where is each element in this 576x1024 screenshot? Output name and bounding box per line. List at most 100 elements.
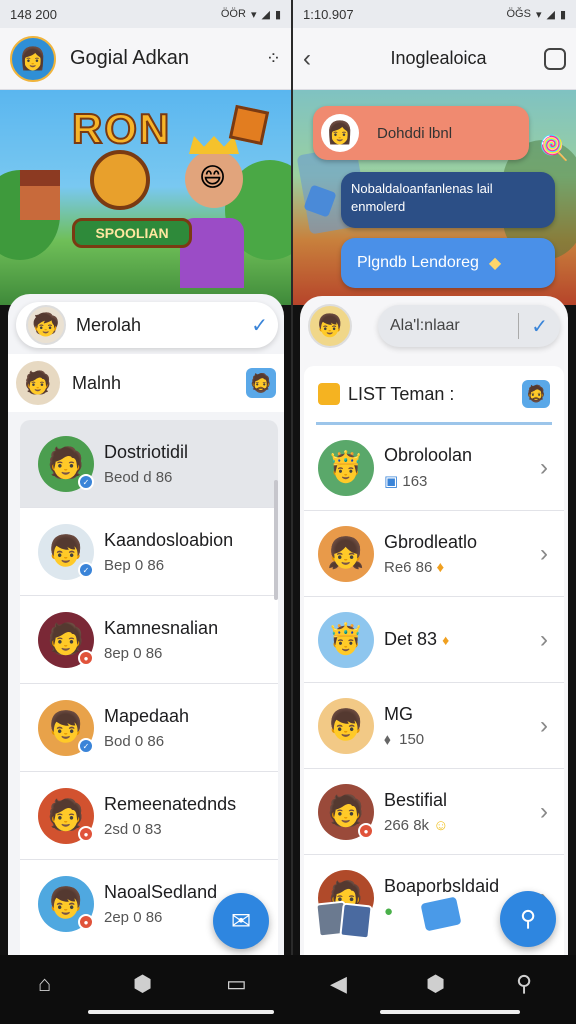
- add-friend-icon[interactable]: 🧔: [522, 380, 550, 408]
- battery-icon: ▮: [274, 8, 281, 21]
- box-icon: [318, 383, 340, 405]
- search-button[interactable]: ⚲: [500, 891, 556, 947]
- box-icon: ▣: [384, 473, 399, 490]
- list-item[interactable]: 🧑 ✓ Dostriotidil Beod d 86: [20, 420, 278, 508]
- chat-banner: 👩 Dohddi lbnl 🍭 Nobaldaloanfanlenas lail…: [293, 90, 576, 305]
- avatar: 🧑: [16, 361, 60, 405]
- friends-card: 👦 Ala'l:nlaar ✓ LIST Teman : 🧔 🤴 Obroloo…: [300, 296, 568, 955]
- chat-icon[interactable]: ▭: [226, 971, 247, 997]
- search-text: Ala'l:nlaar: [390, 317, 460, 334]
- right-app-pane: 1:10.907 ÖĞS ▾ ◢ ▮ ‹ Inoglealoica 👩 Dohddi…: [293, 0, 576, 955]
- status-time: 148 200: [10, 6, 57, 22]
- list-item-name: MG: [384, 703, 413, 724]
- gem-icon: [228, 104, 270, 146]
- back-icon[interactable]: ◀: [330, 971, 347, 997]
- avatar: 🤴: [318, 611, 374, 668]
- bubble-text: Dohddi lbnl: [377, 124, 453, 142]
- chat-bubble-outgoing-2[interactable]: Plgndb Lendoreg ◆: [341, 238, 555, 288]
- status-icons: ÖĞS ▾ ◢ ▮: [506, 8, 566, 21]
- chevron-right-icon[interactable]: ›: [540, 540, 548, 568]
- list-header: LIST Teman : 🧔: [304, 366, 564, 422]
- avatar: 👧: [318, 525, 374, 582]
- list-item[interactable]: 🤴 Det 83 ♦ ›: [304, 597, 564, 683]
- status-badge: ✓: [78, 738, 94, 754]
- list-item-name: Remeenatednds: [104, 793, 237, 814]
- smile-icon: ☺: [433, 816, 449, 834]
- list-item-sub: Bod 0 86: [104, 732, 165, 750]
- chevron-right-icon[interactable]: ›: [540, 712, 548, 740]
- friend-list: LIST Teman : 🧔 🤴 Obroloolan ▣ 163 › 👧 Gb…: [304, 366, 564, 955]
- back-arrow-icon[interactable]: ‹: [303, 45, 333, 73]
- list-item-sub: Bep 0 86: [104, 556, 165, 574]
- sparkle-icon: ◆: [488, 255, 502, 272]
- list-item-sub: 2ep 0 86: [104, 909, 163, 926]
- chat-bubble-outgoing[interactable]: Nobaldaloanfanlenas lail enmolerd: [341, 172, 555, 228]
- banner-ribbon: SPOOLIAN: [72, 218, 192, 248]
- status-badge: ●: [78, 650, 94, 666]
- bubble-text: Plgndb Lendoreg: [357, 254, 479, 271]
- list-item-sub: 266 8k: [384, 816, 430, 834]
- wifi-icon: ▾: [535, 8, 542, 21]
- search-row: 👦 Ala'l:nlaar ✓: [300, 296, 568, 356]
- left-app-pane: 148 200 ÖÖR ▾ ◢ ▮ 👩 Gogial Adkan ⁘ RON 😄 S…: [0, 0, 291, 955]
- list-item-sub: 2sd 0 83: [104, 820, 162, 838]
- compass-icon: [90, 150, 150, 210]
- list-item-name: Bestifial: [384, 789, 448, 810]
- home-icon[interactable]: ⌂: [38, 971, 51, 997]
- list-item[interactable]: 👧 Gbrodleatlo Re6 86 ♦ ›: [304, 511, 564, 597]
- circle-home-icon[interactable]: ⬢: [133, 971, 152, 997]
- search-nav-icon[interactable]: ⚲: [516, 971, 532, 997]
- scrollbar[interactable]: [274, 480, 278, 600]
- chevron-right-icon[interactable]: ›: [540, 454, 548, 482]
- gesture-handle-right[interactable]: [380, 1010, 520, 1014]
- list-item-name: Gbrodleatlo: [384, 531, 478, 552]
- gesture-handle-left[interactable]: [88, 1010, 274, 1014]
- fire-icon: ♦: [442, 632, 450, 648]
- home-button-icon[interactable]: ⬢: [426, 971, 445, 997]
- current-user-row[interactable]: 🧑 Malnh 🧔: [8, 354, 284, 412]
- status-badge: ●: [78, 914, 94, 930]
- avatar: 👦: [308, 304, 352, 348]
- game-banner: RON 😄 SPOOLIAN: [0, 90, 291, 305]
- list-item[interactable]: 🧑 ● Remeenatednds 2sd 0 83: [20, 772, 278, 860]
- list-item-name: Kaandosloabion: [104, 529, 234, 550]
- list-item[interactable]: 👦 ✓ Mapedaah Bod 0 86: [20, 684, 278, 772]
- app-header: ‹ Inoglealoica: [293, 28, 576, 90]
- check-icon[interactable]: ✓: [251, 313, 268, 338]
- avatar: 👦: [318, 697, 374, 754]
- signal-icon: ◢: [261, 8, 270, 21]
- list-item-name: Dostriotidil: [104, 441, 189, 462]
- status-badge: ✓: [78, 562, 94, 578]
- search-pill[interactable]: Ala'l:nlaar ✓: [378, 305, 560, 347]
- selected-user-pill[interactable]: 🧒 Merolah ✓: [16, 302, 278, 348]
- list-item[interactable]: 🧑 ● Kamnesnalian 8ep 0 86: [20, 596, 278, 684]
- check-icon[interactable]: ✓: [531, 314, 548, 339]
- status-badge: ✓: [78, 474, 94, 490]
- status-bar: 1:10.907 ÖĞS ▾ ◢ ▮: [293, 0, 576, 28]
- selected-user-name: Merolah: [76, 314, 142, 335]
- chevron-right-icon[interactable]: ›: [540, 626, 548, 654]
- list-item[interactable]: 🤴 Obroloolan ▣ 163 ›: [304, 425, 564, 511]
- status-time: 1:10.907: [303, 6, 354, 22]
- page-title: Gogial Adkan: [70, 47, 189, 69]
- chevron-right-icon[interactable]: ›: [540, 798, 548, 826]
- list-item[interactable]: 🧑 ● Bestifial 266 8k ☺ ›: [304, 769, 564, 855]
- list-item[interactable]: 👦 ✓ Kaandosloabion Bep 0 86: [20, 508, 278, 596]
- more-icon[interactable]: ⁘: [266, 48, 281, 69]
- list-title: LIST Teman :: [348, 383, 455, 404]
- chat-bubble-incoming[interactable]: 👩 Dohddi lbnl: [313, 106, 529, 160]
- compose-message-button[interactable]: ✉: [213, 893, 269, 949]
- status-badge: ●: [78, 826, 94, 842]
- photo-stack-icon[interactable]: [315, 898, 377, 942]
- refresh-icon[interactable]: [544, 47, 566, 70]
- search-icon: ⚲: [519, 906, 537, 931]
- dot-icon: ●: [384, 903, 394, 920]
- list-item-sub: Beod d 86: [104, 468, 173, 486]
- friends-card: 🧒 Merolah ✓ 🧑 Malnh 🧔 🧑 ✓ Dostriotidil Be…: [8, 294, 284, 955]
- avatar: 👩: [321, 114, 359, 152]
- profile-avatar[interactable]: 👩: [10, 35, 56, 82]
- list-item-sub: Re6 86: [384, 558, 433, 576]
- list-item-name: Boaporbsldaid: [384, 876, 500, 896]
- list-item[interactable]: 👦 MG ⬧ 150 ›: [304, 683, 564, 769]
- profile-icon[interactable]: 🧔: [246, 368, 276, 398]
